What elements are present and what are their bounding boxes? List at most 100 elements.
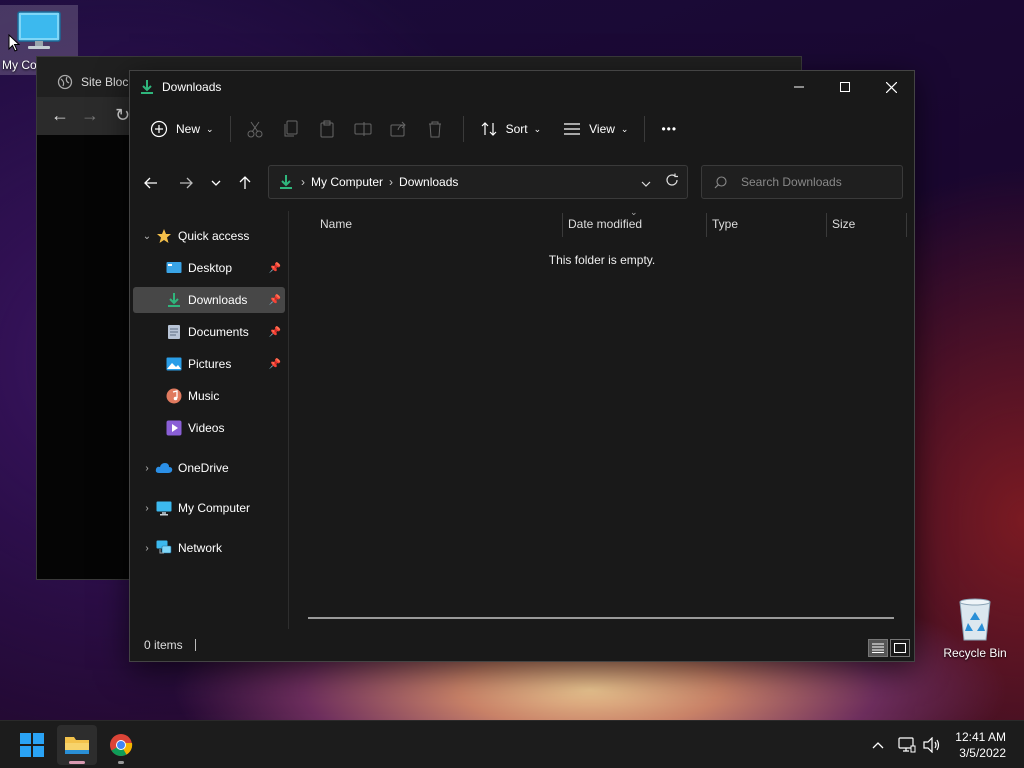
see-more-button[interactable]: •••: [653, 112, 685, 146]
title-bar[interactable]: Downloads: [130, 71, 914, 103]
copy-button[interactable]: [275, 112, 307, 146]
nav-item-downloads[interactable]: Downloads 📌: [133, 287, 285, 313]
file-explorer-window[interactable]: Downloads New ⌄ Sort ⌄ View ⌄ ••• › My C…: [129, 70, 915, 662]
nav-item-label: Pictures: [188, 357, 232, 371]
chevron-down-icon: [641, 181, 651, 187]
nav-my-computer[interactable]: › My Computer: [133, 495, 285, 521]
more-icon: •••: [661, 122, 678, 136]
chevron-right-icon: ›: [301, 175, 305, 189]
nav-item-videos[interactable]: Videos: [133, 415, 285, 441]
pin-icon[interactable]: 📌: [269, 359, 281, 370]
taskbar: 12:41 AM 3/5/2022: [0, 720, 1024, 768]
document-icon: [165, 323, 183, 341]
item-count: 0 items: [144, 638, 183, 652]
globe-icon: [57, 74, 73, 90]
show-hidden-icons-button[interactable]: [866, 721, 890, 768]
browser-forward-button[interactable]: →: [81, 105, 99, 126]
chevron-right-icon[interactable]: ›: [139, 543, 155, 554]
monitor-icon: [17, 11, 61, 49]
sort-button[interactable]: Sort ⌄: [472, 112, 550, 146]
chevron-down-icon[interactable]: ⌄: [139, 231, 155, 242]
column-header-type[interactable]: Type: [706, 211, 826, 237]
close-icon: [885, 81, 897, 93]
pin-icon[interactable]: 📌: [269, 263, 281, 274]
cut-button[interactable]: [239, 112, 271, 146]
new-button[interactable]: New ⌄: [142, 112, 222, 146]
rename-button[interactable]: [347, 112, 379, 146]
nav-item-desktop[interactable]: Desktop 📌: [133, 255, 285, 281]
windows-logo-icon: [20, 733, 44, 757]
chevron-right-icon[interactable]: ›: [139, 463, 155, 474]
new-label: New: [176, 122, 201, 136]
file-list-area[interactable]: Name Date modified ⌄ Type Size This fold…: [290, 207, 914, 629]
start-button[interactable]: [12, 725, 52, 765]
desktop-icon-recycle-bin[interactable]: Recycle Bin: [936, 596, 1014, 660]
recent-locations-button[interactable]: [202, 167, 230, 199]
nav-item-pictures[interactable]: Pictures 📌: [133, 351, 285, 377]
share-button[interactable]: [383, 112, 415, 146]
arrow-left-icon: [144, 177, 157, 189]
paste-button[interactable]: [311, 112, 343, 146]
maximize-button[interactable]: [822, 71, 868, 103]
column-header-size[interactable]: Size: [826, 211, 906, 237]
close-button[interactable]: [868, 71, 914, 103]
active-indicator: [69, 761, 85, 764]
address-dropdown-button[interactable]: [641, 176, 651, 190]
breadcrumb-my-computer[interactable]: My Computer: [311, 175, 383, 189]
chevron-right-icon: ›: [389, 175, 394, 189]
pin-icon[interactable]: 📌: [269, 327, 281, 338]
clock[interactable]: 12:41 AM 3/5/2022: [955, 729, 1006, 761]
address-bar[interactable]: › My Computer › Downloads: [268, 165, 688, 199]
monitor-icon: [155, 499, 173, 517]
music-icon: [165, 387, 183, 405]
paste-icon: [320, 120, 334, 138]
forward-button[interactable]: [172, 167, 200, 199]
minimize-button[interactable]: [776, 71, 822, 103]
pane-splitter[interactable]: [288, 211, 289, 629]
taskbar-chrome[interactable]: [101, 725, 141, 765]
details-view-icon: [872, 643, 884, 653]
trash-icon: [428, 121, 441, 138]
nav-item-label: Quick access: [178, 229, 250, 243]
search-input[interactable]: Search Downloads: [701, 165, 903, 199]
nav-item-music[interactable]: Music: [133, 383, 285, 409]
command-bar: New ⌄ Sort ⌄ View ⌄ •••: [130, 103, 914, 155]
nav-item-label: Desktop: [188, 261, 233, 275]
column-divider[interactable]: [906, 213, 907, 237]
browser-back-button[interactable]: ←: [51, 105, 69, 126]
breadcrumb-downloads[interactable]: Downloads: [399, 175, 458, 189]
pin-icon[interactable]: 📌: [269, 295, 281, 306]
volume-button[interactable]: [920, 721, 944, 768]
cloud-icon: [155, 459, 173, 477]
nav-quick-access[interactable]: ⌄ Quick access: [133, 223, 285, 249]
chevron-right-icon[interactable]: ›: [139, 503, 155, 514]
browser-tab-title[interactable]: Site Block: [81, 75, 134, 89]
chevron-down-icon: ⌄: [620, 123, 629, 134]
tiles-view-button[interactable]: [890, 639, 910, 657]
view-button[interactable]: View ⌄: [555, 112, 636, 146]
details-view-button[interactable]: [868, 639, 888, 657]
column-header-name[interactable]: Name: [314, 211, 562, 237]
browser-reload-button[interactable]: ↻: [115, 105, 130, 126]
sort-icon: [481, 122, 496, 136]
taskbar-file-explorer[interactable]: [57, 725, 97, 765]
nav-item-label: Videos: [188, 421, 225, 435]
desktop-icon: [165, 259, 183, 277]
delete-button[interactable]: [419, 112, 451, 146]
running-indicator: [118, 761, 124, 764]
rename-icon: [354, 122, 372, 136]
up-button[interactable]: [231, 167, 259, 199]
desktop-icon-label: My Co: [2, 58, 37, 72]
refresh-button[interactable]: [665, 173, 679, 190]
scissors-icon: [247, 121, 263, 138]
nav-network[interactable]: › Network: [133, 535, 285, 561]
nav-item-label: OneDrive: [178, 461, 229, 475]
mouse-cursor-icon: [8, 34, 20, 52]
back-button[interactable]: [137, 167, 165, 199]
chevron-down-icon: [211, 180, 221, 186]
refresh-icon: [666, 173, 678, 186]
nav-onedrive[interactable]: › OneDrive: [133, 455, 285, 481]
nav-item-documents[interactable]: Documents 📌: [133, 319, 285, 345]
horizontal-scrollbar[interactable]: [308, 617, 894, 619]
network-status-button[interactable]: [895, 721, 919, 768]
